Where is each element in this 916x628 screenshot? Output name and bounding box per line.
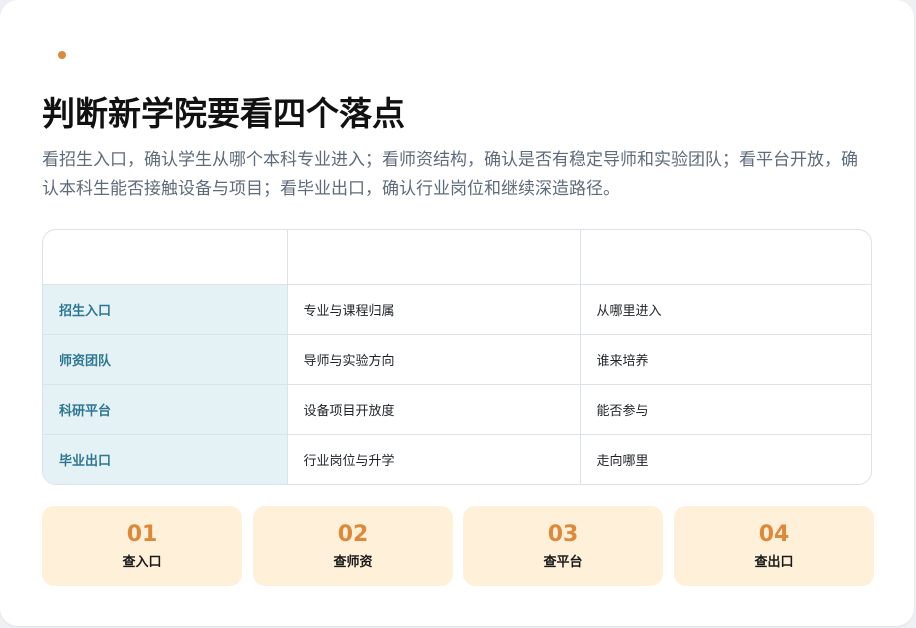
content-card: 判断新学院要看四个落点 看招生入口，确认学生从哪个本科专业进入；看师资结构，确认… bbox=[0, 0, 914, 626]
table-row: 师资团队 导师与实验方向 谁来培养 bbox=[43, 334, 871, 385]
step-number: 02 bbox=[337, 522, 369, 547]
table-cell: 走向哪里 bbox=[596, 453, 649, 469]
step-cards: 01 查入口 02 查师资 03 查平台 04 查出口 bbox=[42, 506, 874, 586]
table-cell: 导师与实验方向 bbox=[287, 334, 581, 385]
table-cell: 专业与课程归属 bbox=[287, 284, 581, 335]
table-cell: 从哪里进入 bbox=[580, 284, 871, 335]
step-label: 查入口 bbox=[122, 555, 162, 570]
table-header-cell bbox=[580, 230, 871, 285]
table-header-cell bbox=[43, 230, 288, 285]
page-description: 看招生入口，确认学生从哪个本科专业进入；看师资结构，确认是否有稳定导师和实验团队… bbox=[42, 150, 858, 199]
table-row: 毕业出口 行业岗位与升学 走向哪里 bbox=[43, 434, 871, 484]
step-card-exit: 04 查出口 bbox=[674, 506, 874, 586]
row-label: 科研平台 bbox=[43, 384, 288, 435]
step-card-faculty: 02 查师资 bbox=[253, 506, 453, 586]
table-row: 招生入口 专业与课程归属 从哪里进入 bbox=[43, 284, 871, 335]
step-card-entry: 01 查入口 bbox=[42, 506, 242, 586]
step-number: 03 bbox=[547, 522, 579, 547]
table-header-cell bbox=[287, 230, 581, 285]
row-label: 师资团队 bbox=[43, 334, 288, 385]
page-title: 判断新学院要看四个落点 bbox=[42, 94, 405, 133]
accent-dot-icon bbox=[58, 51, 66, 59]
step-number: 04 bbox=[758, 522, 790, 547]
row-label: 毕业出口 bbox=[43, 434, 288, 484]
step-number: 01 bbox=[126, 522, 158, 547]
step-card-platform: 03 查平台 bbox=[463, 506, 663, 586]
step-label: 查出口 bbox=[754, 555, 794, 570]
step-label: 查师资 bbox=[333, 555, 373, 570]
table-header-row bbox=[43, 230, 871, 285]
table-cell: 设备项目开放度 bbox=[287, 384, 581, 435]
table-cell: 谁来培养 bbox=[580, 334, 871, 385]
comparison-table: 招生入口 专业与课程归属 从哪里进入 师资团队 导师与实验方向 谁来培养 科研平… bbox=[42, 229, 872, 485]
table-row: 科研平台 设备项目开放度 能否参与 bbox=[43, 384, 871, 435]
step-label: 查平台 bbox=[543, 555, 583, 570]
table-cell: 行业岗位与升学 bbox=[287, 434, 581, 484]
table-cell: 能否参与 bbox=[580, 384, 871, 435]
row-label: 招生入口 bbox=[43, 284, 288, 335]
